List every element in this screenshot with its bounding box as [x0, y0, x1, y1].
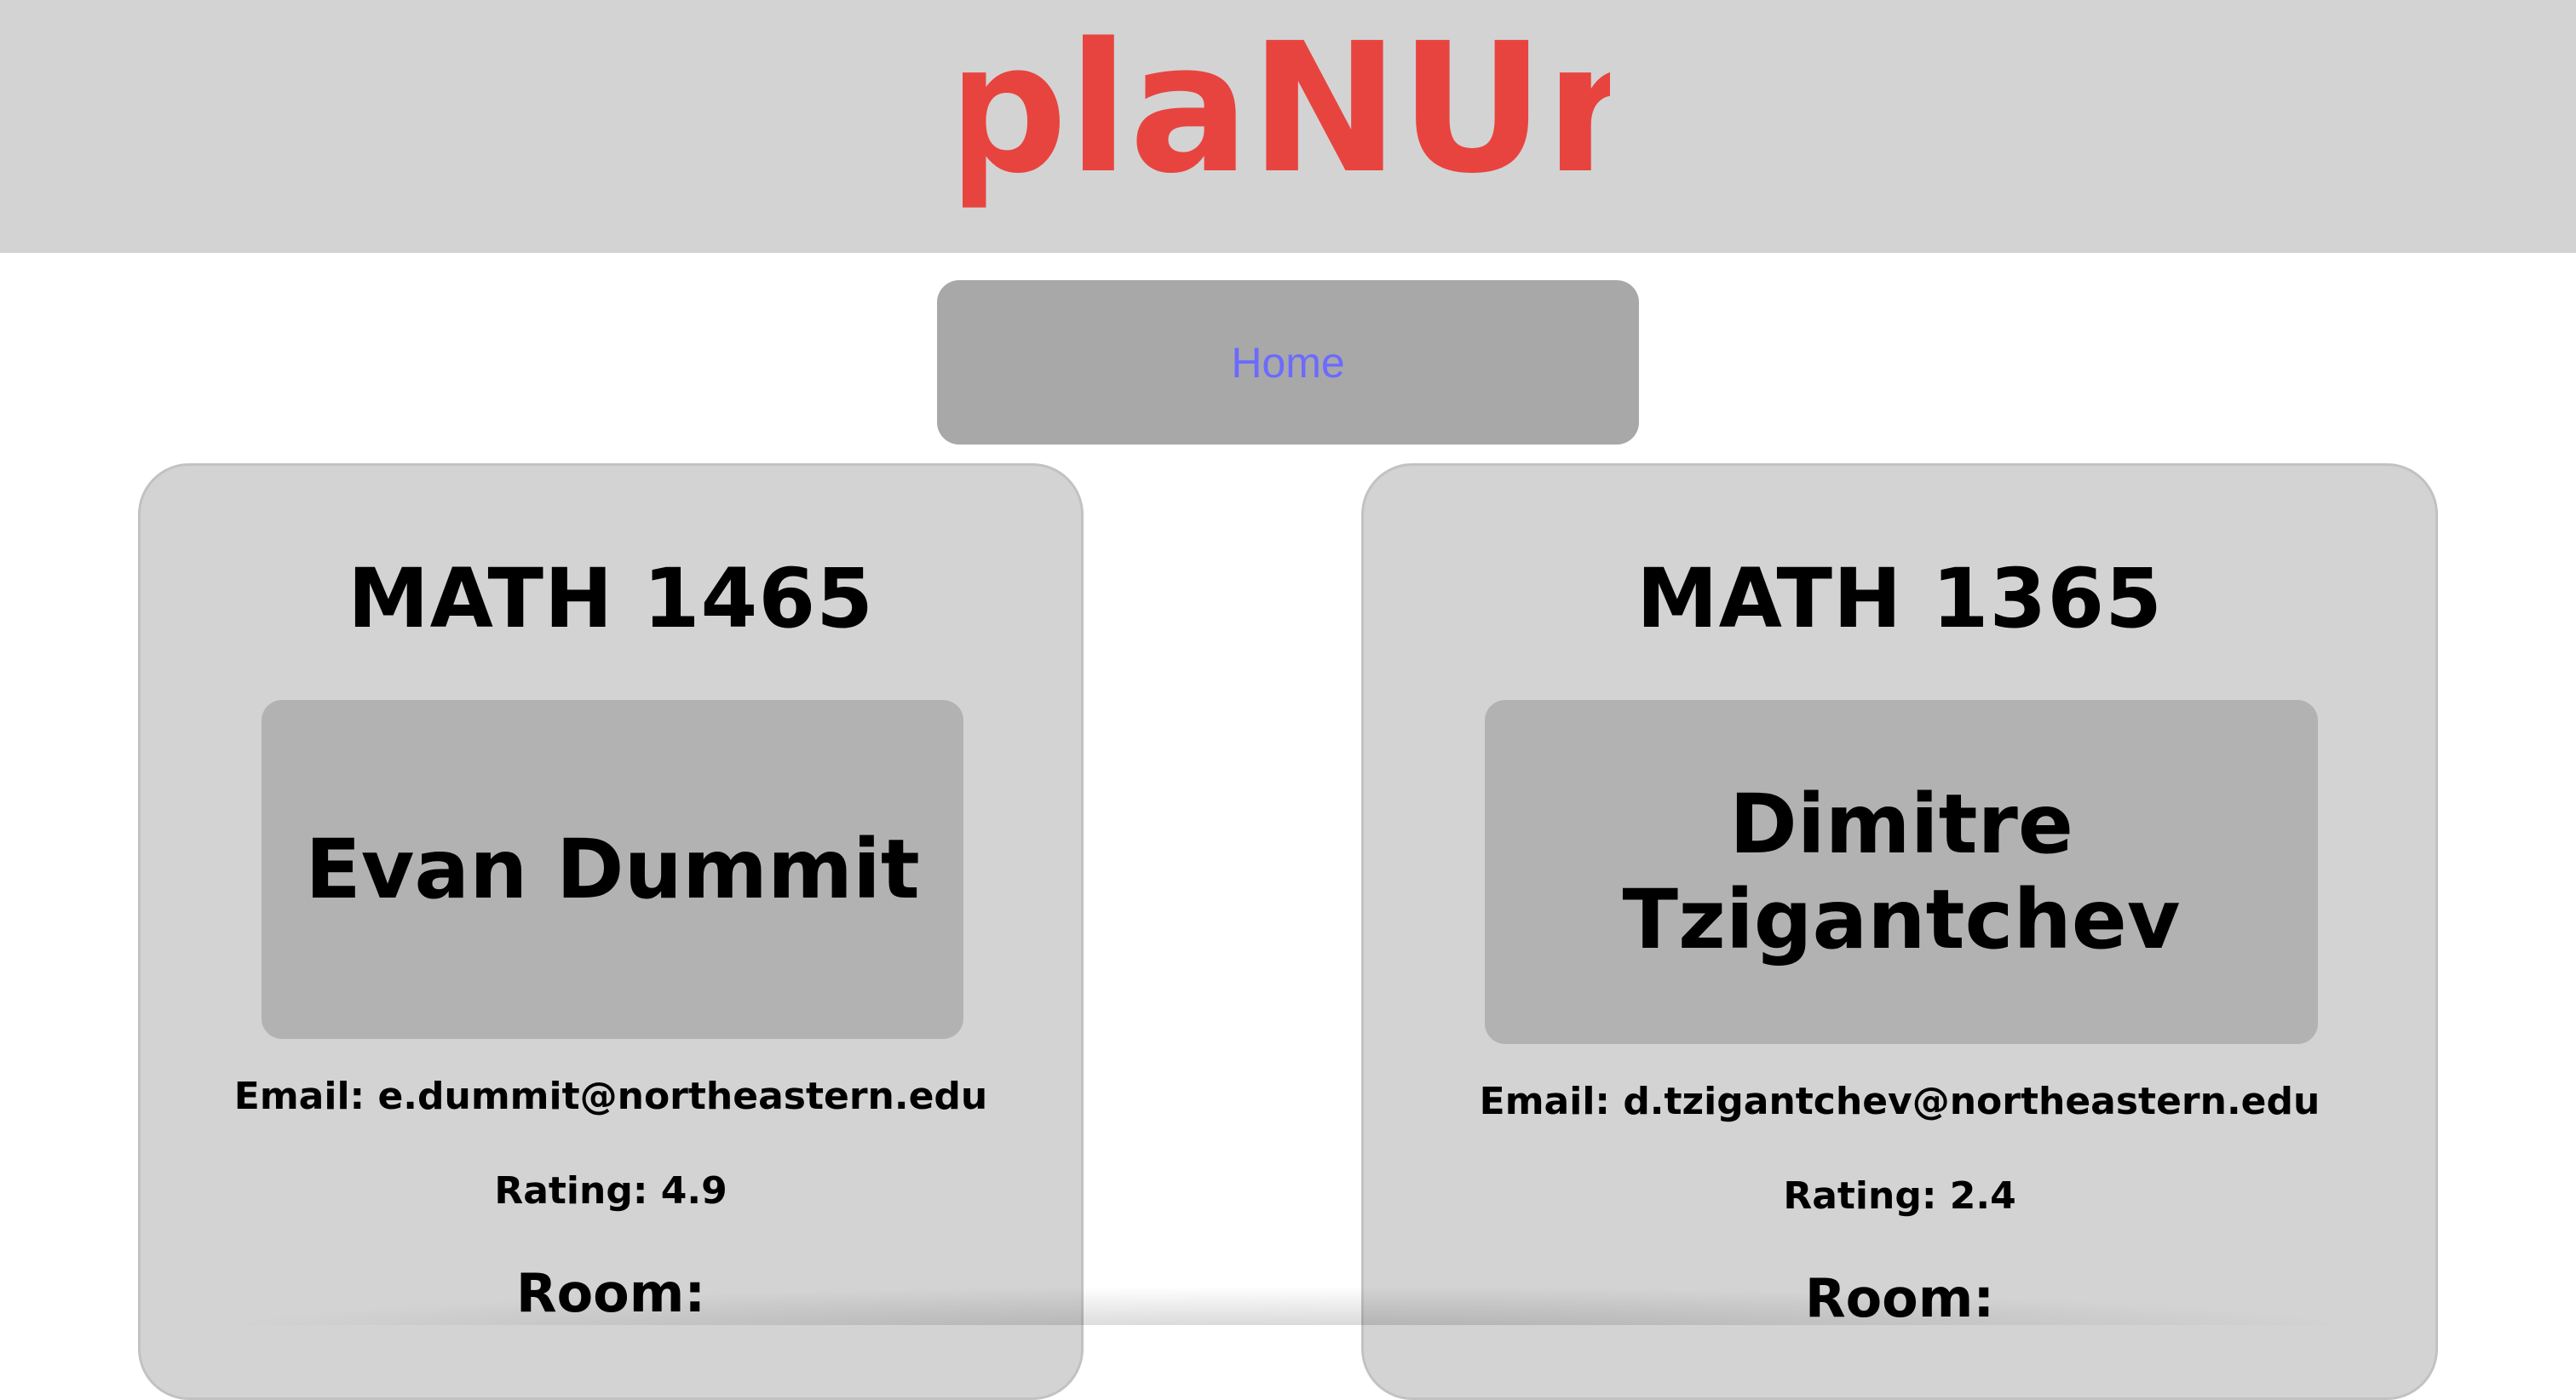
professor-email: Email: d.tzigantchev@northeastern.edu	[1479, 1080, 2320, 1123]
header-bar: plaNUr	[0, 0, 2576, 253]
professor-name: Dimitre Tzigantchev	[1622, 777, 2181, 967]
course-title: MATH 1465	[348, 551, 874, 646]
professor-box: Dimitre Tzigantchev	[1485, 700, 2318, 1044]
logo-text: plaNUr	[963, 9, 1610, 213]
course-title: MATH 1365	[1636, 551, 2163, 646]
professor-name: Evan Dummit	[305, 822, 920, 917]
planur-logo[interactable]: plaNUr	[940, 4, 1633, 230]
home-link[interactable]: Home	[1231, 338, 1344, 387]
course-card: MATH 1465 Evan Dummit Email: e.dummit@no…	[138, 463, 1084, 1400]
professor-email: Email: e.dummit@northeastern.edu	[233, 1075, 988, 1118]
course-card: MATH 1365 Dimitre Tzigantchev Email: d.t…	[1361, 463, 2438, 1400]
professor-box: Evan Dummit	[262, 700, 963, 1039]
room-label: Room:	[515, 1262, 706, 1324]
room-label: Room:	[1804, 1267, 1995, 1329]
professor-rating: Rating: 4.9	[494, 1169, 727, 1213]
home-button[interactable]: Home	[937, 280, 1639, 445]
logo-wordmark: plaNUr	[940, 4, 1633, 213]
professor-rating: Rating: 2.4	[1783, 1174, 2016, 1218]
